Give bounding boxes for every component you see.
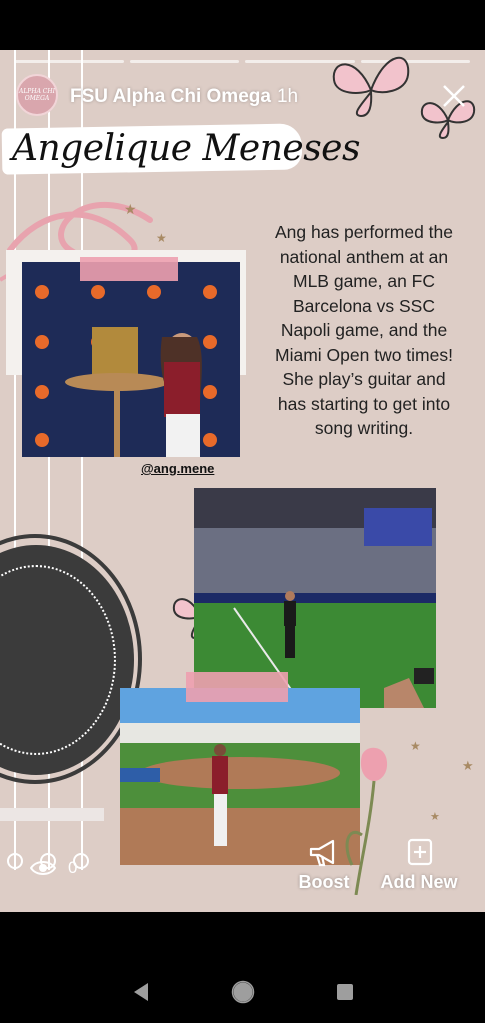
guitar-bridge — [0, 808, 104, 821]
back-triangle-icon[interactable] — [130, 981, 152, 1003]
boost-label: Boost — [298, 872, 350, 892]
system-nav-bar — [0, 960, 485, 1023]
backdrop-logos — [35, 285, 217, 457]
star-sparkle-decoration: ★ ★ — [124, 201, 167, 245]
svg-text:★: ★ — [430, 811, 440, 823]
add-square-icon — [407, 838, 433, 866]
story-view[interactable]: ★ ★ ★ ★ ★ ALPHA CHI OMEGA FSU Alpha Chi … — [0, 50, 485, 912]
story-time: 1h — [276, 86, 299, 107]
story-title: Angelique Meneses — [12, 128, 360, 169]
progress-segment — [14, 60, 124, 63]
progress-segment — [129, 60, 239, 63]
account-avatar[interactable]: ALPHA CHI OMEGA — [16, 74, 58, 116]
avatar-text: ALPHA CHI OMEGA — [18, 88, 56, 102]
megaphone-icon — [309, 839, 335, 867]
screen: ★ ★ ★ ★ ★ ALPHA CHI OMEGA FSU Alpha Chi … — [0, 0, 485, 1023]
photo-astros-trophy — [22, 262, 240, 457]
eye-icon — [30, 861, 56, 875]
close-icon[interactable] — [441, 83, 467, 109]
pink-tape-decoration — [186, 672, 288, 702]
svg-text:★: ★ — [156, 231, 167, 245]
butterfly-icon — [332, 56, 410, 118]
add-new-button[interactable]: Add New — [378, 838, 460, 893]
svg-text:★: ★ — [410, 739, 421, 753]
view-count-group[interactable]: 0 — [30, 858, 77, 878]
svg-text:★: ★ — [462, 758, 474, 773]
view-count: 0 — [68, 858, 78, 877]
story-description: Ang has performed the national anthem at… — [274, 222, 454, 438]
svg-text:★: ★ — [124, 201, 137, 217]
home-circle-icon[interactable] — [231, 980, 255, 1004]
account-name[interactable]: FSU Alpha Chi Omega — [70, 86, 271, 107]
add-new-label: Add New — [380, 872, 458, 892]
guitar-peg-icon — [7, 853, 23, 869]
star-sparkle-decoration: ★ ★ ★ — [410, 739, 474, 823]
boost-button[interactable]: Boost — [296, 838, 352, 893]
pink-tape-decoration — [80, 257, 178, 281]
instagram-handle[interactable]: @ang.mene — [141, 461, 214, 476]
recents-square-icon[interactable] — [335, 982, 355, 1002]
account-name-line[interactable]: FSU Alpha Chi Omega 1h — [70, 86, 298, 108]
